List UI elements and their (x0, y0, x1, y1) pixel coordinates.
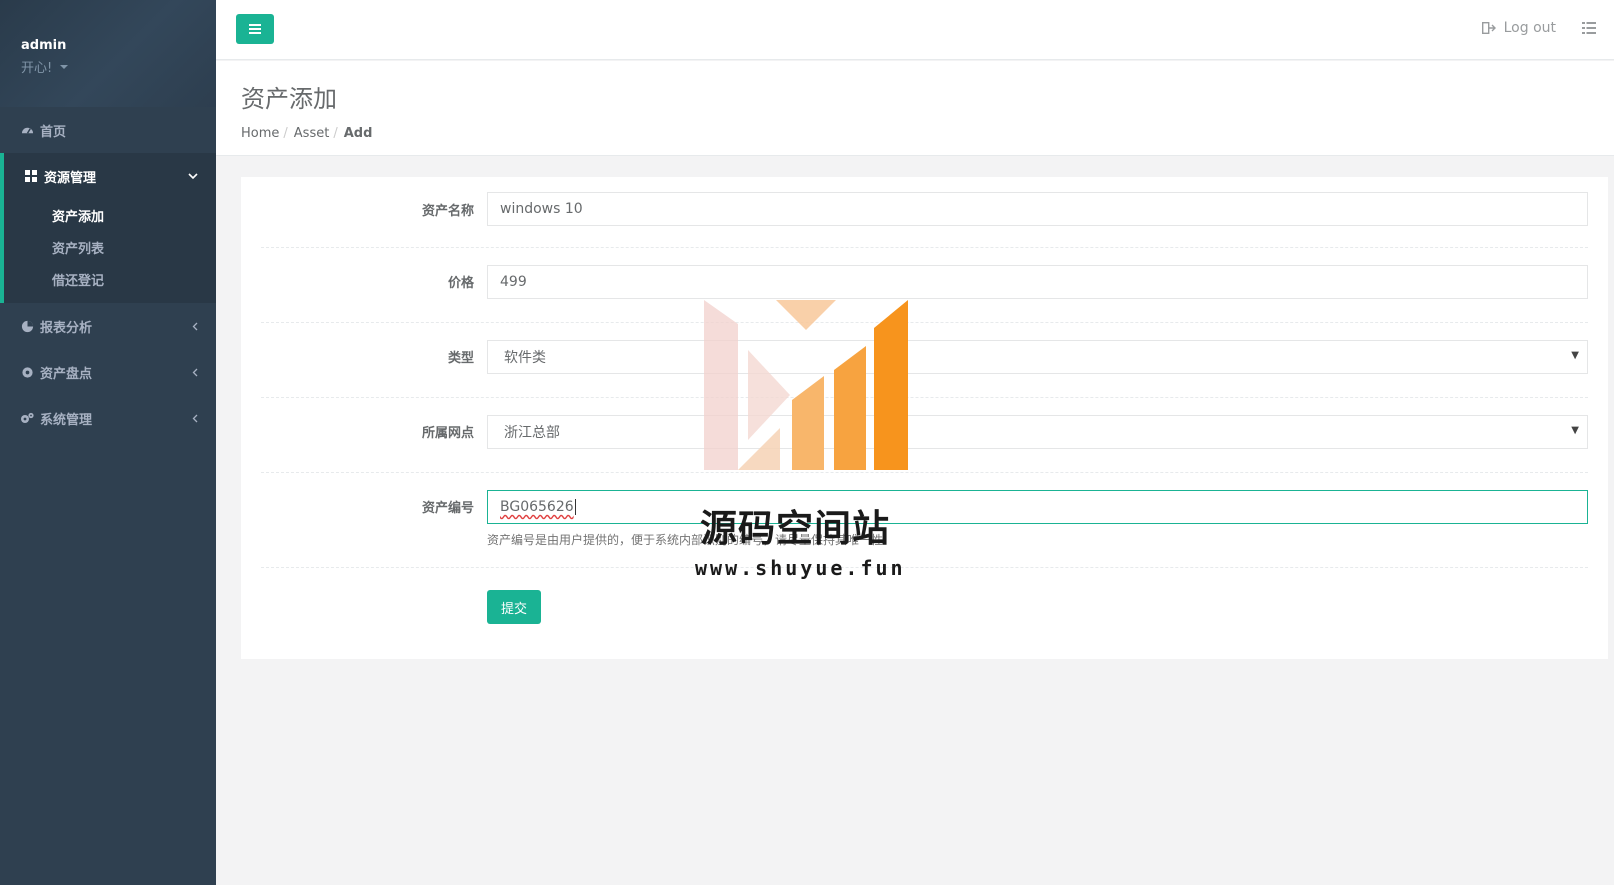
asset-form-panel: 资产名称 windows 10 价格 499 类型 软件类 ▼ 所属网点 浙江总… (241, 177, 1608, 659)
dashboard-icon (20, 123, 34, 137)
breadcrumb-separator: / (283, 126, 288, 141)
watermark-logo (704, 300, 908, 470)
asset-code-input[interactable]: BG065626 (487, 490, 1588, 524)
caret-down-icon (60, 64, 69, 69)
sidebar-item-inventory[interactable]: 资产盘点 (0, 349, 216, 395)
asset-name-label: 资产名称 (421, 204, 474, 219)
form-row-branch: 所属网点 浙江总部 ▼ (261, 398, 1588, 473)
price-label: 价格 (447, 276, 474, 291)
page-title: 资产添加 (241, 85, 337, 113)
form-row-name: 资产名称 windows 10 (261, 177, 1588, 248)
page-heading: 资产添加 Home / Asset / Add (216, 61, 1614, 156)
user-name: admin (21, 38, 67, 53)
chevron-left-icon (192, 395, 198, 441)
sidebar-item-label: 资产盘点 (40, 366, 93, 382)
user-role: 开心! (21, 61, 53, 76)
sidebar-nav: 首页 资源管理 资产添加 资产列表 借还登记 报表分析 资产盘点 系统管理 (0, 107, 216, 441)
form-row-type: 类型 软件类 ▼ (261, 323, 1588, 398)
sidebar-item-system[interactable]: 系统管理 (0, 395, 216, 441)
price-value: 499 (500, 274, 527, 290)
text-cursor (574, 499, 576, 515)
type-selected-value: 软件类 (504, 350, 546, 366)
breadcrumb: Home / Asset / Add (241, 126, 1614, 141)
watermark-title: 源码空间站 (700, 507, 890, 550)
dropdown-arrow-icon: ▼ (1571, 425, 1579, 436)
sidebar-subitem-borrow-return[interactable]: 借还登记 (4, 263, 216, 295)
cog-icon (20, 365, 34, 379)
sidebar-item-label: 报表分析 (40, 320, 93, 336)
chevron-down-icon (188, 153, 198, 199)
type-label: 类型 (447, 351, 474, 366)
sidebar: admin 开心! 首页 资源管理 资产添加 资产列表 借还登记 报表分析 资产… (0, 0, 216, 885)
grid-icon (24, 169, 38, 183)
user-role-dropdown[interactable]: 开心! (21, 57, 69, 76)
sidebar-item-label: 系统管理 (40, 412, 93, 428)
breadcrumb-home[interactable]: Home (241, 126, 279, 141)
pie-chart-icon (20, 319, 34, 333)
form-row-price: 价格 499 (261, 248, 1588, 323)
asset-code-label: 资产编号 (421, 501, 474, 516)
branch-select[interactable]: 浙江总部 ▼ (487, 415, 1588, 449)
sidebar-item-label: 首页 (40, 124, 67, 140)
branch-label: 所属网点 (421, 426, 474, 441)
sidebar-item-home[interactable]: 首页 (0, 107, 216, 153)
sidebar-item-resource[interactable]: 资源管理 (4, 153, 216, 199)
hamburger-icon (249, 24, 261, 34)
sign-out-icon (1481, 22, 1496, 34)
asset-code-value: BG065626 (500, 499, 574, 515)
breadcrumb-asset[interactable]: Asset (294, 126, 330, 141)
sidebar-group-resource: 资源管理 资产添加 资产列表 借还登记 (0, 153, 216, 303)
cogs-icon (20, 411, 34, 425)
form-row-code: 资产编号 BG065626 资产编号是由用户提供的，便于系统内部识别的编号，请尽… (261, 473, 1588, 568)
submit-button[interactable]: 提交 (487, 590, 541, 624)
asset-name-value: windows 10 (500, 201, 583, 217)
logout-label: Log out (1503, 20, 1556, 36)
price-input[interactable]: 499 (487, 265, 1588, 299)
breadcrumb-separator: / (333, 126, 338, 141)
profile-header: admin 开心! (0, 0, 216, 107)
dropdown-arrow-icon: ▼ (1571, 350, 1579, 361)
chevron-left-icon (192, 349, 198, 395)
branch-selected-value: 浙江总部 (504, 425, 560, 441)
sidebar-item-reports[interactable]: 报表分析 (0, 303, 216, 349)
sidebar-subnav: 资产添加 资产列表 借还登记 (4, 199, 216, 303)
sidebar-item-label: 资源管理 (44, 170, 97, 186)
asset-name-input[interactable]: windows 10 (487, 192, 1588, 226)
breadcrumb-current: Add (343, 126, 373, 141)
sidebar-toggle-button[interactable] (236, 14, 274, 44)
logout-link[interactable]: Log out (1481, 20, 1556, 36)
right-sidebar-toggle-icon[interactable] (1582, 22, 1596, 34)
sidebar-subitem-asset-add[interactable]: 资产添加 (4, 199, 216, 231)
chevron-left-icon (192, 303, 198, 349)
top-navbar: Log out (216, 0, 1614, 60)
sidebar-subitem-asset-list[interactable]: 资产列表 (4, 231, 216, 263)
watermark-url: www.shuyue.fun (695, 556, 906, 580)
type-select[interactable]: 软件类 ▼ (487, 340, 1588, 374)
